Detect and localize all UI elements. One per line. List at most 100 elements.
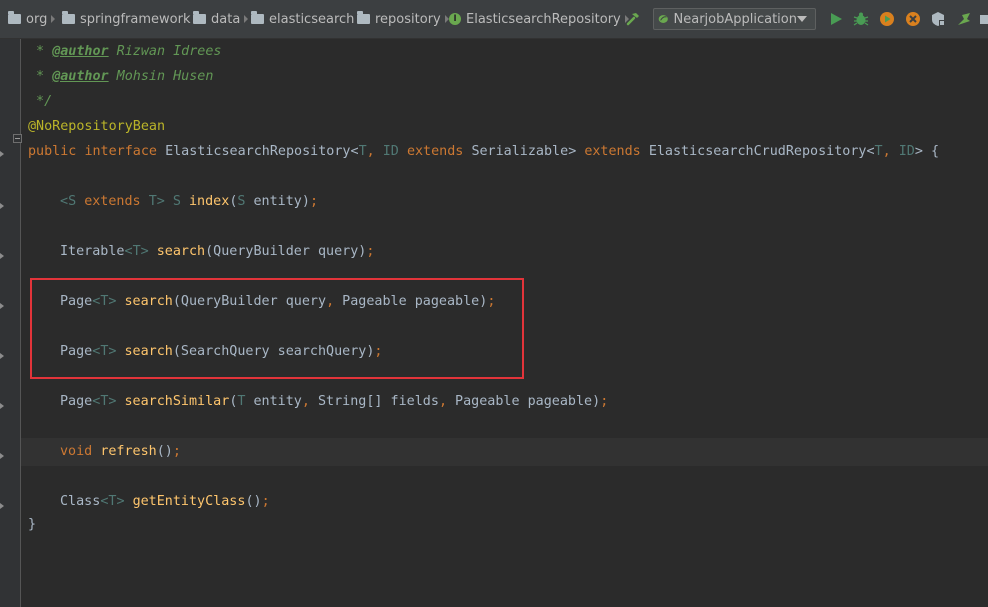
type-param: ID <box>898 144 915 159</box>
code-line-annotation: @NoRepositoryBean <box>28 119 166 134</box>
argument: entity <box>253 194 302 209</box>
profile-icon[interactable] <box>905 11 921 27</box>
punctuation: < <box>60 194 69 209</box>
folder-icon <box>357 11 370 24</box>
type-param: T <box>358 144 367 159</box>
type-param: S <box>237 194 246 209</box>
punctuation: > <box>116 494 125 509</box>
fold-marker-icon[interactable] <box>0 453 8 459</box>
breadcrumb-springframework[interactable]: springframework <box>62 10 205 28</box>
run-configuration-dropdown[interactable]: NearjobApplication <box>653 8 816 30</box>
punctuation: , <box>301 394 310 409</box>
punctuation: { <box>930 144 940 159</box>
punctuation: > <box>914 144 923 159</box>
type-name: Page <box>60 394 93 409</box>
punctuation: > <box>108 394 117 409</box>
code-line-search-similar: Page<T> searchSimilar(T entity, String[]… <box>60 392 608 412</box>
method-name: getEntityClass <box>132 494 246 509</box>
chevron-down-icon <box>797 16 807 22</box>
run-configuration-label: NearjobApplication <box>673 11 798 27</box>
code-line-1: * @author Rizwan Idrees <box>28 42 222 62</box>
breadcrumb-label: springframework <box>80 11 191 27</box>
punctuation: ; <box>172 444 181 459</box>
run-icon[interactable] <box>828 11 844 27</box>
comment-text: * <box>28 44 53 59</box>
type-param: T <box>148 194 157 209</box>
punctuation: < <box>124 244 133 259</box>
type-param: T <box>874 144 883 159</box>
code-line-get-entity-class: Class<T> getEntityClass(); <box>60 492 270 512</box>
punctuation: ; <box>309 194 318 209</box>
keyword: void <box>60 444 93 459</box>
arguments: () <box>156 444 173 459</box>
editor-gutter[interactable] <box>0 39 22 607</box>
stop-icon[interactable] <box>930 11 946 27</box>
code-line-index-method: <S extends T> S index(S entity); <box>60 192 318 212</box>
folder-icon <box>62 11 75 24</box>
code-line-closing-brace: } <box>28 517 37 532</box>
interface-name: ElasticsearchRepository <box>165 144 351 159</box>
fold-marker-icon[interactable] <box>0 503 8 509</box>
folder-icon <box>193 11 206 24</box>
debug-icon[interactable] <box>853 11 869 27</box>
punctuation: ; <box>600 394 609 409</box>
method-name: search <box>156 244 206 259</box>
punctuation: < <box>866 144 875 159</box>
spring-boot-icon <box>658 15 668 23</box>
arguments: Pageable pageable) <box>447 394 601 409</box>
punctuation: ) <box>301 194 310 209</box>
punctuation: ; <box>366 244 375 259</box>
code-line-3: */ <box>28 94 53 109</box>
punctuation: > <box>568 144 577 159</box>
punctuation: , <box>366 144 375 159</box>
type-param: T <box>132 244 141 259</box>
punctuation: ; <box>261 494 270 509</box>
arguments: (QueryBuilder query) <box>205 244 367 259</box>
punctuation: , <box>882 144 891 159</box>
more-icon[interactable] <box>978 11 988 27</box>
comment-text: Rizwan Idrees <box>108 44 222 59</box>
type-name: Class <box>60 494 101 509</box>
fold-marker-icon[interactable] <box>0 303 8 309</box>
fold-marker-icon[interactable] <box>0 353 8 359</box>
method-name: index <box>189 194 230 209</box>
fold-marker-icon[interactable] <box>0 403 8 409</box>
fold-marker-icon[interactable] <box>0 253 8 259</box>
jrebel-icon[interactable] <box>956 11 972 27</box>
method-name: searchSimilar <box>124 394 230 409</box>
comment-text: Mohsin Husen <box>108 69 214 84</box>
breadcrumb-org[interactable]: org <box>8 10 62 28</box>
folder-icon <box>251 11 264 24</box>
hammer-icon[interactable] <box>625 11 641 27</box>
type-name: Serializable <box>471 144 569 159</box>
type-param: S <box>68 194 77 209</box>
punctuation: > <box>140 244 149 259</box>
arguments: () <box>245 494 262 509</box>
breadcrumb-label: elasticsearch <box>269 11 355 27</box>
code-line-interface-declaration: public interface ElasticsearchRepository… <box>28 142 939 162</box>
breadcrumb-label: data <box>211 11 241 27</box>
arguments: String[] fields <box>309 394 439 409</box>
punctuation: < <box>350 144 359 159</box>
fold-marker-icon[interactable] <box>0 203 8 209</box>
chevron-right-icon <box>244 15 249 23</box>
keyword: extends <box>584 144 641 159</box>
coverage-icon[interactable] <box>879 11 895 27</box>
code-line-refresh: void refresh(); <box>60 442 181 462</box>
keyword: extends <box>84 194 141 209</box>
javadoc-tag: @author <box>52 44 109 59</box>
code-line-search-query: Iterable<T> search(QueryBuilder query); <box>60 242 374 262</box>
fold-marker-icon[interactable] <box>0 151 8 157</box>
breadcrumb-elasticsearch-repository[interactable]: I ElasticsearchRepository <box>449 10 636 28</box>
breadcrumb-elasticsearch[interactable]: elasticsearch <box>251 10 369 28</box>
comment-text: * <box>28 69 53 84</box>
type-param: ID <box>382 144 399 159</box>
keyword: interface <box>84 144 157 159</box>
chevron-right-icon <box>51 15 56 23</box>
folder-icon <box>8 11 21 24</box>
javadoc-tag: @author <box>52 69 109 84</box>
breadcrumb-label: ElasticsearchRepository <box>466 11 621 27</box>
highlight-box <box>30 278 524 379</box>
breadcrumb-repository[interactable]: repository <box>357 10 456 28</box>
breadcrumb-data[interactable]: data <box>193 10 255 28</box>
